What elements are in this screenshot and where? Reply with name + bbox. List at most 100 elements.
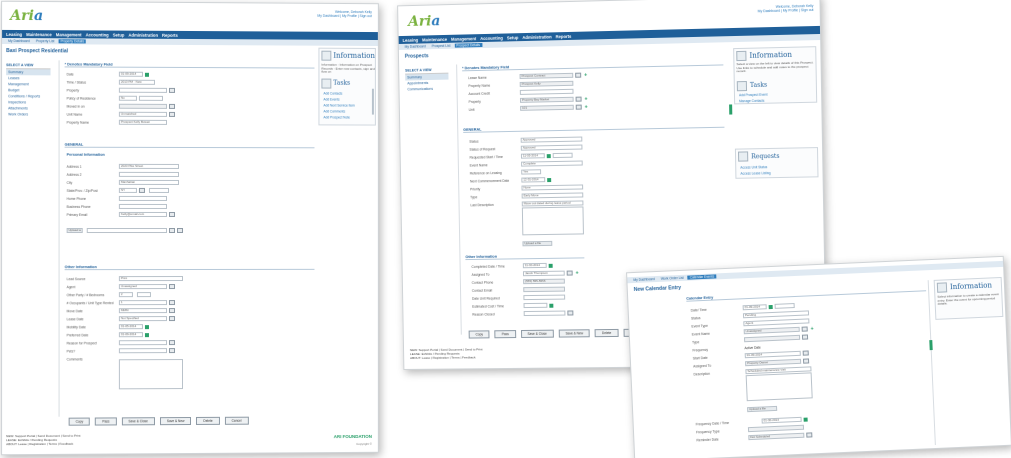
request-status-select[interactable]: Approved bbox=[520, 144, 583, 151]
start-date-input[interactable]: 01-09-2014 bbox=[744, 350, 801, 359]
breadcrumb-current[interactable]: Calendar Events bbox=[687, 274, 717, 280]
comments-textarea[interactable] bbox=[118, 359, 184, 390]
time-status-input[interactable]: 2013 PM · New bbox=[118, 79, 155, 85]
task-link[interactable]: Manage Contacts bbox=[739, 99, 764, 104]
task-link[interactable]: Add Prospect Event bbox=[739, 93, 768, 98]
lookup-button[interactable] bbox=[168, 316, 176, 322]
upload-button[interactable]: Upload a file bbox=[66, 228, 83, 234]
header-links[interactable]: My Dashboard | My Profile | Sign out bbox=[317, 14, 372, 18]
pets-input[interactable] bbox=[118, 348, 167, 354]
assigned-to-input[interactable]: Property Owner bbox=[745, 358, 802, 367]
lookup-button[interactable] bbox=[168, 348, 176, 354]
breadcrumb-list[interactable]: Work Order List bbox=[659, 276, 686, 281]
app-logo[interactable]: Aria bbox=[408, 13, 440, 30]
pass-button[interactable]: Pass bbox=[494, 330, 516, 339]
panel-collapse-handle[interactable] bbox=[929, 340, 933, 351]
left-nav-item[interactable]: Work Orders bbox=[6, 111, 50, 117]
property-name-input[interactable]: Prospect Kelly bbox=[519, 80, 574, 87]
time-input[interactable] bbox=[774, 303, 795, 309]
occupants-input[interactable]: 1 bbox=[118, 300, 167, 306]
lookup-button[interactable] bbox=[566, 270, 573, 276]
add-icon[interactable]: + bbox=[584, 72, 587, 78]
property-name-input[interactable]: Prospect Kelly Bowen bbox=[118, 119, 167, 125]
nav-management[interactable]: Management bbox=[451, 36, 476, 42]
save-new-button[interactable]: Save & New bbox=[558, 329, 591, 338]
breadcrumb-list[interactable]: Prospect List bbox=[430, 44, 453, 49]
preferred-date-input[interactable]: 01-09-2014 bbox=[118, 332, 143, 338]
calendar-icon[interactable] bbox=[547, 177, 552, 182]
nav-setup[interactable]: Setup bbox=[113, 32, 125, 37]
browse-button[interactable] bbox=[177, 228, 184, 234]
breadcrumb-current[interactable]: Prospect Details bbox=[454, 43, 483, 48]
requested-start-input[interactable]: 11-05-2014 bbox=[520, 153, 545, 159]
priority-select[interactable]: None bbox=[521, 184, 584, 191]
address2-input[interactable] bbox=[118, 171, 180, 177]
nav-leasing[interactable]: Leasing bbox=[403, 37, 419, 42]
address1-input[interactable]: 2023 Pike Street bbox=[118, 163, 180, 169]
description-input[interactable]: Move out dated during lease period bbox=[521, 200, 584, 207]
reminder-date-input[interactable]: Not Scheduled bbox=[748, 432, 805, 441]
lookup-button[interactable] bbox=[575, 72, 582, 78]
task-link[interactable]: Add Contacts bbox=[323, 92, 342, 96]
reason-closed-input[interactable] bbox=[523, 310, 566, 317]
upload-button[interactable]: Upload a file bbox=[522, 240, 553, 247]
frequency-type-input[interactable] bbox=[747, 424, 805, 433]
estimated-cost-input[interactable] bbox=[523, 302, 548, 309]
status-select[interactable]: Approved bbox=[520, 136, 583, 143]
pass-button[interactable]: Pass bbox=[95, 417, 117, 426]
lease-name-input[interactable]: Prospect Contract bbox=[519, 72, 574, 79]
party-input[interactable]: 2 bbox=[118, 292, 133, 298]
event-name-input[interactable]: Unassigned bbox=[743, 326, 800, 335]
lookup-button[interactable] bbox=[806, 432, 813, 438]
description-textarea[interactable] bbox=[745, 372, 813, 402]
calendar-icon[interactable] bbox=[803, 417, 808, 422]
footer-line[interactable]: ABOUT: Lease | Registration | Terms | Fe… bbox=[6, 442, 80, 446]
scrollbar[interactable] bbox=[371, 88, 374, 115]
nav-reports[interactable]: Reports bbox=[556, 33, 572, 38]
file-path-input[interactable] bbox=[86, 228, 167, 234]
nav-maintenance[interactable]: Maintenance bbox=[26, 32, 52, 37]
description-textarea[interactable] bbox=[521, 206, 584, 236]
unit-name-input[interactable]: Unmatched bbox=[118, 111, 167, 117]
lookup-button[interactable] bbox=[575, 104, 582, 110]
unit-required-input[interactable] bbox=[523, 294, 566, 301]
nav-setup[interactable]: Setup bbox=[507, 35, 519, 40]
date-input[interactable]: 01-09-2014 bbox=[118, 71, 143, 77]
request-link[interactable]: Access Lease Listing bbox=[740, 171, 770, 176]
calendar-icon[interactable] bbox=[768, 304, 773, 309]
lead-source-select[interactable]: Print bbox=[118, 276, 184, 282]
calendar-icon[interactable] bbox=[549, 303, 554, 308]
frequency-date-input[interactable]: 01-30-2014 bbox=[761, 416, 802, 424]
task-link[interactable]: Add Prospect Note bbox=[323, 115, 350, 119]
lookup-button[interactable] bbox=[801, 334, 809, 340]
browse-button[interactable] bbox=[168, 228, 176, 234]
assigned-to-input[interactable]: Jacob Thompson bbox=[522, 270, 565, 277]
frequency-radio[interactable]: Active Date bbox=[744, 345, 760, 350]
lookup-button[interactable] bbox=[567, 310, 574, 316]
lookup-button[interactable] bbox=[575, 96, 582, 102]
zip-input[interactable] bbox=[148, 187, 169, 193]
calendar-icon[interactable] bbox=[144, 324, 149, 329]
copy-button[interactable]: Copy bbox=[468, 330, 490, 339]
home-phone-input[interactable] bbox=[118, 195, 167, 201]
lease-date-input[interactable]: Not Specified bbox=[118, 316, 167, 322]
policy-detail-input[interactable] bbox=[138, 95, 163, 101]
account-credit-input[interactable] bbox=[519, 88, 574, 95]
task-link[interactable]: Add Next Service Item bbox=[323, 103, 354, 107]
policy-select[interactable]: No bbox=[118, 95, 137, 101]
commencement-date-input[interactable]: 12-31-2014 bbox=[521, 177, 546, 183]
breadcrumb-dashboard[interactable]: My Dashboard bbox=[403, 44, 428, 49]
nav-leasing[interactable]: Leasing bbox=[6, 31, 22, 36]
add-icon[interactable]: + bbox=[811, 326, 814, 332]
calendar-icon[interactable] bbox=[144, 332, 149, 337]
email-input[interactable]: Kelly@email.com bbox=[118, 211, 167, 217]
reason-input[interactable] bbox=[118, 340, 167, 346]
type-input[interactable] bbox=[743, 334, 801, 343]
request-link[interactable]: Access Unit Status bbox=[740, 165, 767, 170]
nav-administration[interactable]: Administration bbox=[128, 32, 158, 37]
calendar-icon[interactable] bbox=[548, 263, 553, 268]
event-name-select[interactable]: Complete bbox=[521, 160, 583, 167]
save-close-button[interactable]: Save & Close bbox=[121, 417, 155, 426]
bedrooms-input[interactable] bbox=[136, 292, 151, 298]
task-link[interactable]: Add Comments bbox=[323, 109, 345, 113]
